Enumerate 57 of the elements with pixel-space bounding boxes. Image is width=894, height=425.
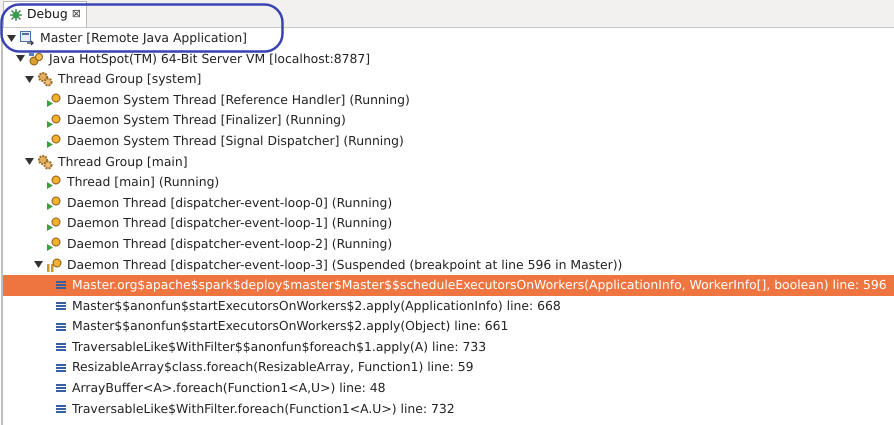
stack-frame-icon xyxy=(55,341,67,354)
tree-label: Daemon System Thread [Signal Dispatcher] (Running) xyxy=(67,132,404,150)
tree-label: Master.org$apache$spark$deploy$master$Master$$scheduleExecutorsOnWorkers(ApplicationInfo, WorkerInfo[], boolean) line: 596 xyxy=(72,276,887,294)
tree-label: ArrayBuffer<A>.foreach(Function1<A,U>) line: 48 xyxy=(72,379,386,398)
expanded-arrow-icon[interactable] xyxy=(7,34,16,43)
tree-label: Daemon Thread [dispatcher-event-loop-1] (Running) xyxy=(67,214,392,232)
debug-tab[interactable]: Debug ⊠ xyxy=(3,1,87,27)
tree-label: ResizableArray$class.foreach(ResizableArray, Function1) line: 59 xyxy=(72,358,474,376)
tree-row[interactable]: Master [Remote Java Application] xyxy=(3,28,894,49)
tree-row[interactable]: Daemon System Thread [Signal Dispatcher] (Running) xyxy=(3,130,894,152)
tree-label: TraversableLike$WithFilter$$anonfun$foreach$1.apply(A) line: 733 xyxy=(72,338,486,356)
tree-row[interactable]: Thread [main] (Running) xyxy=(3,172,894,193)
tree-row[interactable]: ResizableArray$class.foreach(ResizableArray, Function1) line: 59 xyxy=(3,358,894,378)
tree-label: Java HotSpot(TM) 64-Bit Server VM [localhost:8787] xyxy=(49,50,370,68)
tree-row[interactable]: TraversableLike$WithFilter.foreach(Function1<A.U>) line: 732 xyxy=(3,398,894,420)
expanded-arrow-icon[interactable] xyxy=(16,54,25,64)
stack-frame-icon xyxy=(55,300,67,312)
tree-label: Daemon Thread [dispatcher-event-loop-3] (Suspended (breakpoint at line 596 in Master)) xyxy=(67,256,622,274)
tree-label: Thread [main] (Running) xyxy=(67,173,220,192)
stack-frame-icon xyxy=(55,402,67,415)
remote-app-icon xyxy=(19,30,35,46)
tree-row[interactable]: Java HotSpot(TM) 64-Bit Server VM [localhost:8787] xyxy=(3,48,894,70)
tree-label: Daemon System Thread [Finalizer] (Running) xyxy=(67,111,346,130)
tree-label: Master$$anonfun$startExecutorsOnWorkers$2.apply(ApplicationInfo) line: 668 xyxy=(72,296,561,315)
bug-icon xyxy=(9,8,23,22)
tree-label: TraversableLike$WithFilter.foreach(Function1<A.U>) line: 732 xyxy=(72,400,455,418)
vm-icon xyxy=(28,50,44,67)
tree-label: Daemon Thread [dispatcher-event-loop-0] (Running) xyxy=(67,194,392,212)
gears-icon xyxy=(37,71,53,88)
tree-row[interactable]: TraversableLike$WithFilter$$anonfun$foreach$1.apply(A) line: 733 xyxy=(3,336,894,358)
tree-row[interactable]: Master$$anonfun$startExecutorsOnWorkers$2.apply(Object) line: 661 xyxy=(3,316,894,337)
tree-label: Thread Group [system] xyxy=(58,70,202,88)
gears-icon xyxy=(37,154,53,170)
expanded-arrow-icon[interactable] xyxy=(34,260,43,270)
stack-frame-icon xyxy=(55,382,67,394)
stack-frame-icon xyxy=(55,320,67,333)
tree-row[interactable]: Daemon Thread [dispatcher-event-loop-1] (Running) xyxy=(3,213,894,234)
tree-label: Thread Group [main] xyxy=(58,152,188,171)
close-icon[interactable]: ⊠ xyxy=(72,6,81,23)
tree-row[interactable]: Daemon Thread [dispatcher-event-loop-2] (Running) xyxy=(3,234,894,255)
tree-label: Daemon Thread [dispatcher-event-loop-2] (Running) xyxy=(67,234,392,253)
tree-row[interactable]: Daemon System Thread [Reference Handler] (Running) xyxy=(3,90,894,110)
tree-row[interactable]: Daemon System Thread [Finalizer] (Running) xyxy=(3,110,894,131)
expanded-arrow-icon[interactable] xyxy=(25,74,34,84)
tree-label: Master$$anonfun$startExecutorsOnWorkers$2.apply(Object) line: 661 xyxy=(72,317,508,336)
tree-row[interactable]: Daemon Thread [dispatcher-event-loop-0] (Running) xyxy=(3,192,894,214)
tree-row[interactable]: Thread Group [main] xyxy=(3,152,894,172)
stack-frame-icon xyxy=(55,362,67,374)
tree-row[interactable]: Thread Group [system] xyxy=(3,69,894,90)
tree-label: Master [Remote Java Application] xyxy=(40,28,248,47)
tree-row[interactable]: Master$$anonfun$startExecutorsOnWorkers$2.apply(ApplicationInfo) line: 668 xyxy=(3,296,894,316)
tree-label: Daemon System Thread [Reference Handler] (Running) xyxy=(67,90,410,109)
stack-frame-icon xyxy=(55,279,67,292)
tab-title: Debug xyxy=(27,5,68,24)
tree-row[interactable]: ArrayBuffer<A>.foreach(Function1<A,U>) line: 48 xyxy=(3,378,894,399)
expanded-arrow-icon[interactable] xyxy=(25,157,34,166)
tree-row[interactable]: Daemon Thread [dispatcher-event-loop-3] (Suspended (breakpoint at line 596 in Master)) xyxy=(3,254,894,276)
